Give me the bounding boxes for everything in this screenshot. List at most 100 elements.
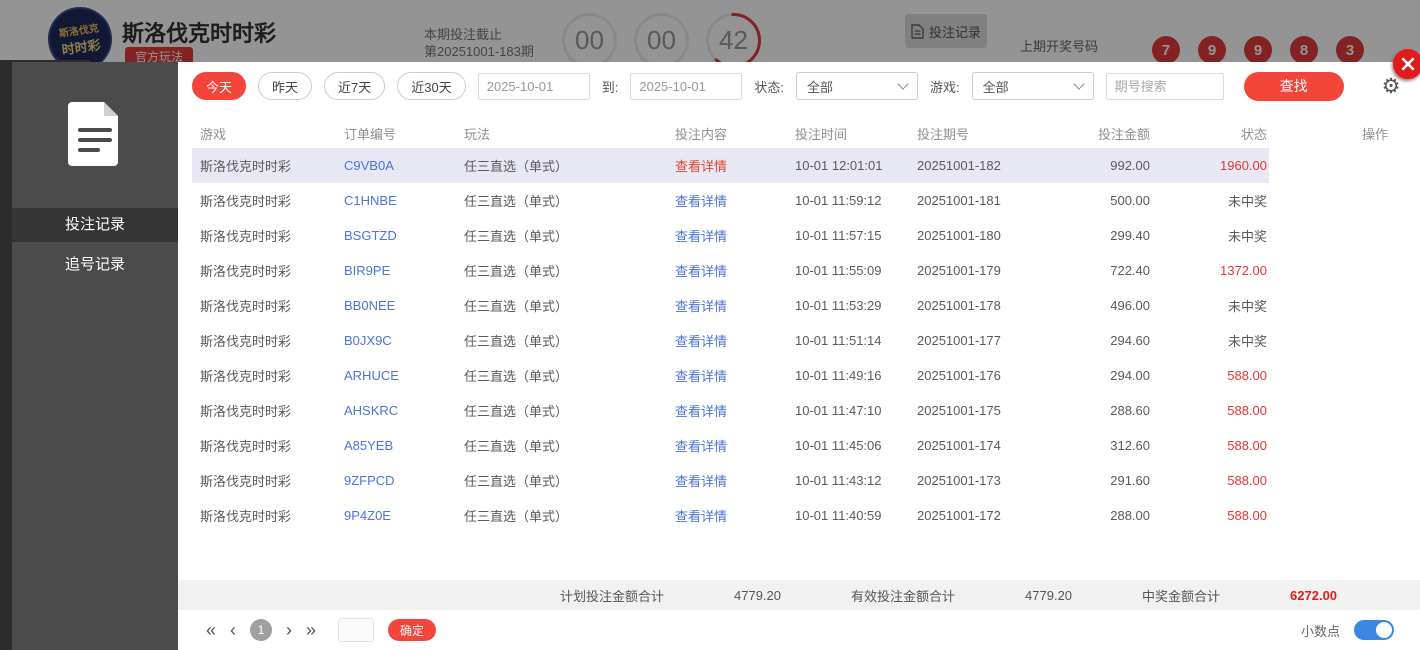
period-search-input[interactable] — [1105, 72, 1224, 100]
status-select-value: 全部 — [806, 79, 833, 95]
summary-bar: 计划投注金额合计 4779.20 有效投注金额合计 4779.20 中奖金额合计… — [178, 580, 1420, 610]
col-header-order: 订单编号 — [344, 126, 397, 142]
close-button[interactable] — [1393, 49, 1420, 79]
cell-play-type: 任三直选（单式） — [464, 439, 569, 454]
cell-bet-time: 10-01 11:40:59 — [795, 508, 882, 523]
order-number-link[interactable]: 9ZFPCD — [336, 473, 456, 488]
cell-play-type: 任三直选（单式） — [464, 404, 569, 419]
col-header-period: 投注期号 — [917, 126, 970, 142]
modal-main: 今天 昨天 近7天 近30天 到: 状态: 全部 游戏: 全部 查找 ⚙ 游戏 … — [178, 62, 1420, 650]
gear-icon[interactable]: ⚙ — [1382, 76, 1401, 97]
cell-play-type: 任三直选（单式） — [464, 474, 569, 489]
cell-game: 斯洛伐克时时彩 — [200, 509, 292, 524]
cell-bet-time: 10-01 11:49:16 — [795, 368, 882, 383]
table-row: 斯洛伐克时时彩 C1HNBE 任三直选（单式） 查看详情 10-01 11:59… — [192, 183, 1420, 218]
range-30days-button[interactable]: 近30天 — [397, 72, 466, 100]
view-detail-link[interactable]: 查看详情 — [667, 261, 787, 280]
cell-bet-time: 10-01 11:55:09 — [795, 263, 882, 278]
prev-page-icon[interactable]: ‹ — [230, 621, 236, 639]
order-number-link[interactable]: B0JX9C — [336, 333, 456, 348]
cell-bet-time: 10-01 12:01:01 — [795, 158, 883, 173]
filter-bar: 今天 昨天 近7天 近30天 到: 状态: 全部 游戏: 全部 查找 ⚙ — [178, 62, 1420, 110]
game-filter-label: 游戏: — [929, 79, 960, 95]
order-number-link[interactable]: ARHUCE — [336, 368, 456, 383]
cell-play-type: 任三直选（单式） — [464, 264, 569, 279]
table-row: 斯洛伐克时时彩 9P4Z0E 任三直选（单式） 查看详情 10-01 11:40… — [192, 498, 1420, 533]
order-number-link[interactable]: A85YEB — [336, 438, 456, 453]
cell-period: 20251001-174 — [917, 438, 1001, 453]
cell-play-type: 任三直选（单式） — [464, 299, 569, 314]
cell-status: 588.00 — [1227, 508, 1267, 523]
date-from-input[interactable] — [477, 72, 590, 100]
view-detail-link[interactable]: 查看详情 — [667, 436, 787, 455]
table-row: 斯洛伐克时时彩 BB0NEE 任三直选（单式） 查看详情 10-01 11:53… — [192, 288, 1420, 323]
cell-period: 20251001-175 — [917, 403, 1001, 418]
table-row: 斯洛伐克时时彩 9ZFPCD 任三直选（单式） 查看详情 10-01 11:43… — [192, 463, 1420, 498]
pagination-bar: « ‹ 1 › » 确定 小数点 — [178, 610, 1420, 650]
cell-bet-time: 10-01 11:59:12 — [795, 193, 882, 208]
valid-total-value: 4779.20 — [1025, 587, 1073, 603]
view-detail-link[interactable]: 查看详情 — [667, 401, 787, 420]
order-number-link[interactable]: BB0NEE — [336, 298, 456, 313]
game-select[interactable]: 全部 — [971, 72, 1094, 100]
order-number-link[interactable]: BIR9PE — [336, 263, 456, 278]
order-number-link[interactable]: 9P4Z0E — [336, 508, 456, 523]
last-page-icon[interactable]: » — [306, 621, 316, 639]
col-header-game: 游戏 — [200, 126, 227, 142]
records-document-icon — [66, 100, 124, 166]
cell-play-type: 任三直选（单式） — [464, 334, 569, 349]
range-today-button[interactable]: 今天 — [192, 72, 247, 100]
view-detail-link[interactable]: 查看详情 — [667, 331, 787, 350]
valid-total-label: 有效投注金额合计 — [851, 588, 956, 604]
cell-status: 588.00 — [1227, 473, 1267, 488]
cell-play-type: 任三直选（单式） — [464, 509, 569, 524]
status-select[interactable]: 全部 — [795, 72, 918, 100]
win-total-value: 6272.00 — [1290, 587, 1338, 603]
date-to-label: 到: — [601, 79, 619, 95]
cell-status: 588.00 — [1227, 438, 1267, 453]
cell-period: 20251001-173 — [917, 473, 1001, 488]
page-jump-confirm-button[interactable]: 确定 — [388, 619, 437, 641]
table-row: 斯洛伐克时时彩 B0JX9C 任三直选（单式） 查看详情 10-01 11:51… — [192, 323, 1420, 358]
sidebar-item-chase-records[interactable]: 追号记录 — [12, 248, 178, 282]
view-detail-link[interactable]: 查看详情 — [667, 156, 787, 175]
search-button[interactable]: 查找 — [1243, 71, 1344, 101]
view-detail-link[interactable]: 查看详情 — [667, 506, 787, 525]
next-page-icon[interactable]: › — [286, 621, 292, 639]
decimal-toggle[interactable] — [1354, 620, 1394, 640]
col-header-amount: 投注金额 — [1097, 126, 1150, 142]
win-total-label: 中奖金额合计 — [1142, 588, 1221, 604]
cell-bet-time: 10-01 11:43:12 — [795, 473, 882, 488]
cell-period: 20251001-180 — [917, 228, 1001, 243]
cell-amount: 312.60 — [1110, 438, 1150, 453]
cell-status: 588.00 — [1227, 403, 1267, 418]
view-detail-link[interactable]: 查看详情 — [667, 471, 787, 490]
cell-period: 20251001-177 — [917, 333, 1001, 348]
cell-period: 20251001-176 — [917, 368, 1001, 383]
range-yesterday-button[interactable]: 昨天 — [258, 72, 313, 100]
range-7days-button[interactable]: 近7天 — [324, 72, 386, 100]
view-detail-link[interactable]: 查看详情 — [667, 296, 787, 315]
chevron-down-icon — [897, 78, 909, 90]
sidebar-item-bet-records[interactable]: 投注记录 — [12, 208, 178, 242]
order-number-link[interactable]: C1HNBE — [336, 193, 456, 208]
cell-amount: 299.40 — [1110, 228, 1150, 243]
cell-bet-time: 10-01 11:45:06 — [795, 438, 882, 453]
order-number-link[interactable]: AHSKRC — [336, 403, 456, 418]
cell-status: 1372.00 — [1220, 263, 1267, 278]
cell-play-type: 任三直选（单式） — [464, 369, 569, 384]
order-number-link[interactable]: BSGTZD — [336, 228, 456, 243]
current-page-indicator[interactable]: 1 — [250, 619, 273, 641]
first-page-icon[interactable]: « — [206, 621, 216, 639]
order-number-link[interactable]: C9VB0A — [336, 158, 456, 173]
cell-game: 斯洛伐克时时彩 — [200, 404, 292, 419]
cell-amount: 288.60 — [1110, 403, 1150, 418]
view-detail-link[interactable]: 查看详情 — [667, 366, 787, 385]
bet-records-modal: 投注记录 追号记录 今天 昨天 近7天 近30天 到: 状态: 全部 游戏: 全… — [12, 49, 1420, 650]
cell-status: 588.00 — [1227, 368, 1267, 383]
page-jump-input[interactable] — [338, 618, 375, 642]
view-detail-link[interactable]: 查看详情 — [667, 191, 787, 210]
modal-sidebar: 投注记录 追号记录 — [12, 62, 178, 650]
view-detail-link[interactable]: 查看详情 — [667, 226, 787, 245]
date-to-input[interactable] — [630, 72, 743, 100]
